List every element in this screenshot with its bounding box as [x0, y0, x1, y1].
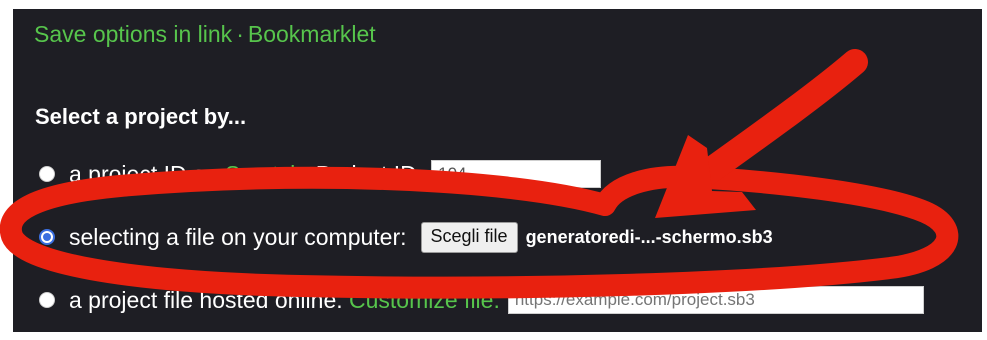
- scratch-link[interactable]: Scratch: [225, 161, 303, 188]
- bookmarklet-link[interactable]: Bookmarklet: [248, 21, 376, 47]
- project-url-input[interactable]: [507, 286, 924, 314]
- top-links: Save options in link · Bookmarklet: [34, 20, 376, 48]
- selected-file-name: generatoredi-...-schermo.sb3: [525, 226, 773, 247]
- customize-file-link[interactable]: Customize file.: [349, 287, 500, 314]
- section-heading: Select a project by...: [35, 104, 247, 129]
- options-panel: Save options in link · Bookmarklet Select …: [13, 9, 982, 332]
- save-options-link[interactable]: Save options in link: [34, 21, 232, 47]
- hosted-file-label: a project file hosted online.: [69, 286, 343, 313]
- option-project-id[interactable]: a project ID on Scratch. Project ID:: [39, 157, 602, 191]
- radio-local-file[interactable]: [39, 229, 55, 245]
- project-id-input[interactable]: [431, 160, 602, 188]
- project-id-label-prefix: a project ID on: [69, 160, 219, 187]
- radio-project-id[interactable]: [39, 166, 55, 182]
- local-file-label: selecting a file on your computer:: [69, 223, 407, 250]
- choose-file-button[interactable]: Scegli file: [420, 221, 518, 253]
- option-local-file[interactable]: selecting a file on your computer: Scegl…: [39, 220, 773, 254]
- radio-hosted-file[interactable]: [39, 292, 55, 308]
- link-separator: ·: [236, 21, 244, 47]
- project-id-label-suffix: . Project ID:: [302, 160, 424, 187]
- option-hosted-file[interactable]: a project file hosted online. Customize …: [39, 283, 924, 317]
